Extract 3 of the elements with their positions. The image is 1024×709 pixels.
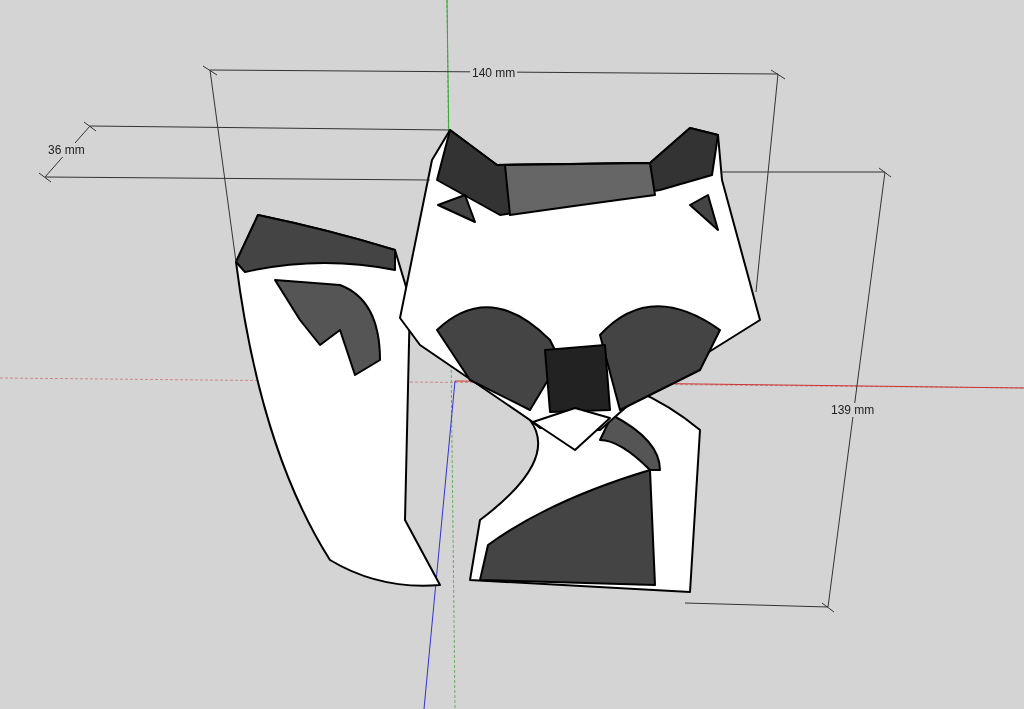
dimension-label: 139 mm [829,403,877,417]
dimension-label: 36 mm [46,143,87,157]
dimension-label: 140 mm [470,66,518,80]
